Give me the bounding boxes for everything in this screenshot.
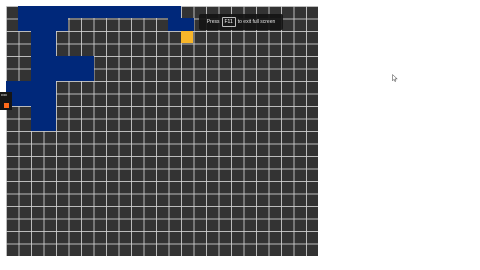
mouse-pointer-icon [392,74,398,82]
fullscreen-hint-suffix: to exit full screen [237,19,276,25]
game-window: Press F11 to exit full screen 0:00 [0,0,480,270]
fullscreen-hint: Press F11 to exit full screen [199,14,283,30]
f11-key-badge: F11 [221,17,236,27]
path-vertical-column [31,18,56,131]
game-board[interactable] [6,6,318,256]
goal-cell [181,31,193,43]
player-status-tag: 0:00 [0,92,12,110]
path-top-right-step [168,18,194,31]
path-top-row [18,6,181,18]
path-right-arm [56,56,94,81]
fullscreen-hint-prefix: Press [206,19,220,25]
status-label: 0:00 [1,93,7,97]
player-marker [4,103,9,108]
